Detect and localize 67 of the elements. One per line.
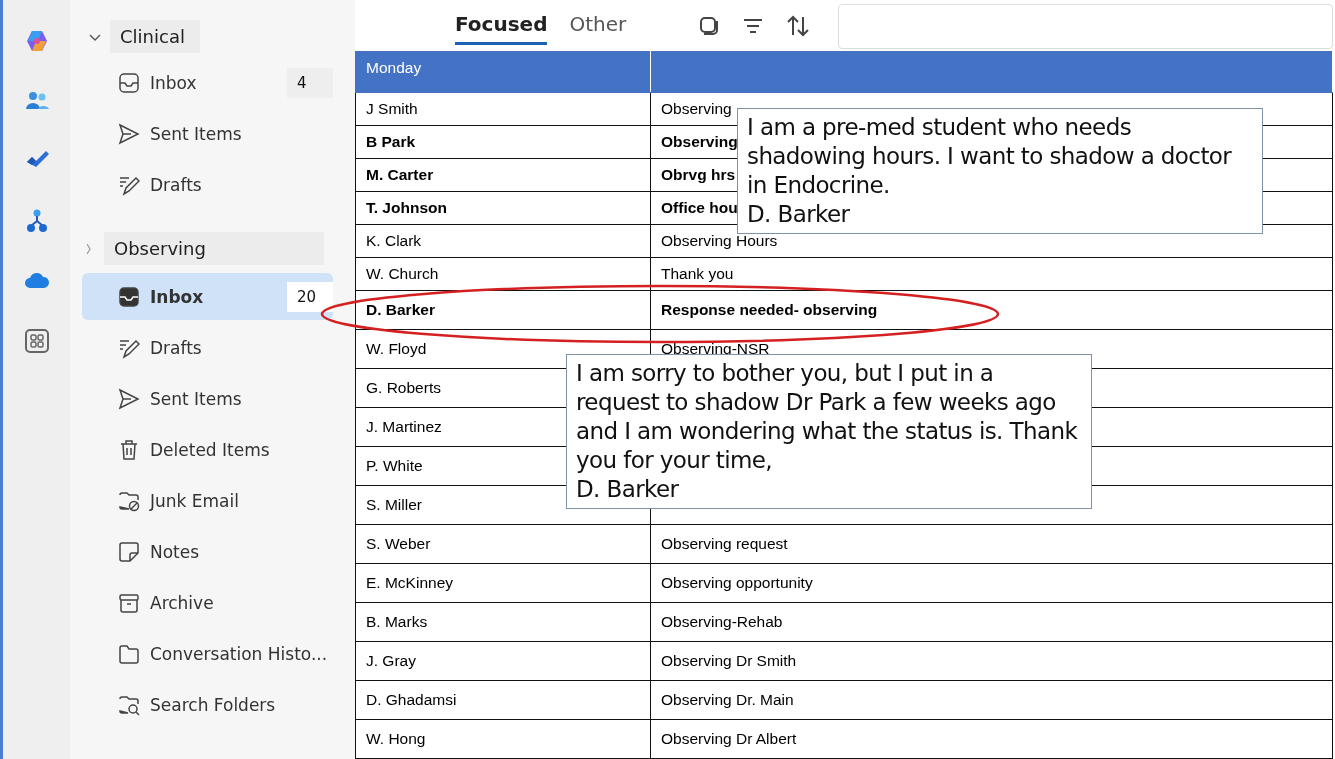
inbox-icon [118,71,140,94]
sender-cell: D. Barker [355,290,651,330]
unread-count: 20 [287,281,333,312]
subject-cell: Response needed- observing [650,290,1333,330]
folder-item[interactable]: Conversation Histo... [82,630,333,677]
message-preview: I am a pre-med student who needs shadowing hours. I want to shadow a doctor in Endocrine. D. Barker [737,108,1263,234]
folder-icon [118,642,140,665]
folder-item[interactable]: Sent Items [82,110,333,157]
subject-cell: Observing Dr Smith [650,641,1333,681]
select-icon[interactable] [698,14,721,37]
folder-label: Search Folders [150,694,277,715]
note-icon [118,540,140,563]
subject-cell: Observing Dr Albert [650,719,1333,759]
folder-item[interactable]: Drafts [82,324,333,371]
folder-group[interactable]: Clinical [110,20,200,53]
folder-item[interactable]: Archive [82,579,333,626]
sender-cell: K. Clark [355,224,651,258]
folder-label: Notes [150,541,201,562]
send-icon [118,122,140,145]
sender-cell: B. Marks [355,602,651,642]
folder-item[interactable]: Drafts [82,161,333,208]
folder-item[interactable]: Junk Email [82,477,333,524]
send-icon [118,387,140,410]
apps-icon[interactable] [23,328,50,354]
folder-item[interactable]: Inbox 4 [82,59,333,106]
unread-count: 4 [287,67,333,98]
folder-item[interactable]: Notes [82,528,333,575]
folder-label: Sent Items [150,388,243,409]
sender-cell: D. Ghadamsi [355,680,651,720]
column-header: Monday [355,51,651,93]
folder-block-icon [118,489,140,512]
folder-label: Sent Items [150,123,243,144]
sender-cell: E. McKinney [355,563,651,603]
folder-label: Inbox [150,286,205,307]
sender-cell: S. Weber [355,524,651,564]
trash-icon [118,438,140,461]
sender-cell: W. Hong [355,719,651,759]
folder-search-icon [118,693,140,716]
subject-cell: Observing-Rehab [650,602,1333,642]
inbox-tab[interactable]: Focused [455,6,548,45]
folder-label: Archive [150,592,215,613]
sort-icon[interactable] [786,13,811,38]
subject-cell: Thank you [650,257,1333,291]
sender-cell: J. Gray [355,641,651,681]
folder-label: Deleted Items [150,439,271,460]
folder-label: Drafts [150,174,203,195]
folder-item[interactable]: Search Folders [82,681,333,728]
sender-cell: M. Carter [355,158,651,192]
folder-label: Drafts [150,337,203,358]
subject-cell: Observing request [650,524,1333,564]
sender-cell: T. Johnson [355,191,651,225]
inbox-icon [118,285,140,308]
message-preview: I am sorry to bother you, but I put in a request to shadow Dr Park a few weeks ago and I am wondering what the status is. Thank you for your time, D. Barker [566,354,1092,509]
inbox-tab[interactable]: Other [569,6,627,45]
archive-icon [118,591,140,614]
sender-cell: B Park [355,125,651,159]
folder-label: Inbox [150,72,198,93]
sender-cell: W. Church [355,257,651,291]
folder-item[interactable]: Inbox 20 [82,273,333,320]
folder-label: Junk Email [150,490,240,511]
folder-item[interactable]: Sent Items [82,375,333,422]
folder-group[interactable]: Observing [104,232,324,265]
subject-cell: Observing Dr. Main [650,680,1333,720]
folder-item[interactable]: Deleted Items [82,426,333,473]
sender-cell: J Smith [355,92,651,126]
folder-label: Conversation Histo... [150,643,329,664]
subject-cell: Observing opportunity [650,563,1333,603]
